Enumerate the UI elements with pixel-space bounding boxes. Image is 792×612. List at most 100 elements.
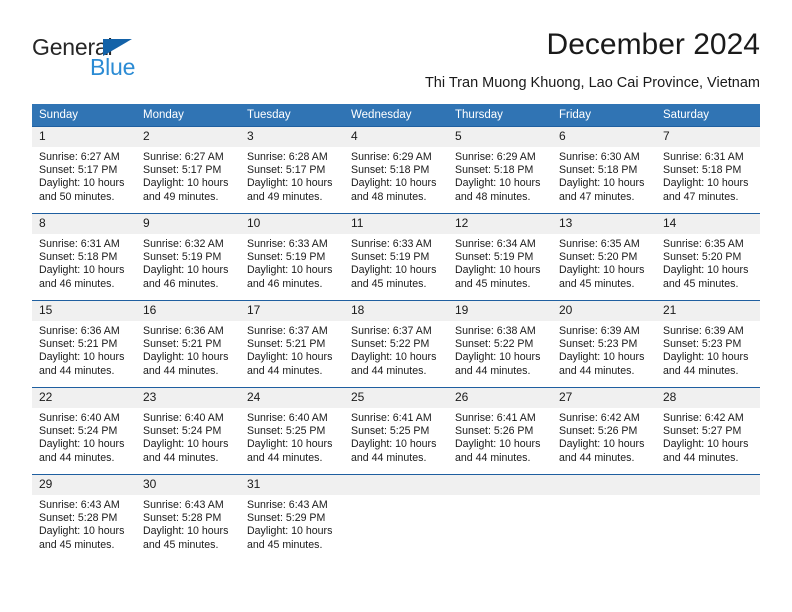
day-cell-body	[344, 475, 448, 561]
daylight-text: Daylight: 10 hours and 44 minutes.	[247, 438, 333, 464]
calendar-day-cell[interactable]: 24 Sunrise: 6:40 AM Sunset: 5:25 PM Dayligh…	[240, 387, 344, 475]
calendar-day-cell[interactable]: 20 Sunrise: 6:39 AM Sunset: 5:23 PM Dayligh…	[552, 300, 656, 388]
day-cell-body: 19 Sunrise: 6:38 AM Sunset: 5:22 PM Dayligh…	[448, 301, 552, 387]
daylight-text: Daylight: 10 hours and 44 minutes.	[663, 438, 749, 464]
calendar-day-cell[interactable]: 13 Sunrise: 6:35 AM Sunset: 5:20 PM Dayligh…	[552, 213, 656, 301]
day-number: 11	[344, 214, 448, 234]
day-details: Sunrise: 6:38 AM Sunset: 5:22 PM Daylight:…	[448, 321, 552, 378]
sunset-text: Sunset: 5:17 PM	[39, 164, 118, 177]
calendar-day-cell[interactable]: 14 Sunrise: 6:35 AM Sunset: 5:20 PM Dayligh…	[656, 213, 760, 301]
daylight-text: Daylight: 10 hours and 44 minutes.	[143, 438, 229, 464]
calendar-day-cell[interactable]: 27 Sunrise: 6:42 AM Sunset: 5:26 PM Dayligh…	[552, 387, 656, 475]
sunset-text: Sunset: 5:27 PM	[663, 425, 742, 438]
calendar-body: 1 Sunrise: 6:27 AM Sunset: 5:17 PM Daylight…	[32, 126, 760, 561]
daylight-text: Daylight: 10 hours and 47 minutes.	[663, 177, 749, 203]
sunset-text: Sunset: 5:19 PM	[351, 251, 430, 264]
calendar-day-cell[interactable]: 23 Sunrise: 6:40 AM Sunset: 5:24 PM Dayligh…	[136, 387, 240, 475]
day-details: Sunrise: 6:40 AM Sunset: 5:25 PM Daylight:…	[240, 408, 344, 465]
calendar-day-cell[interactable]: 3 Sunrise: 6:28 AM Sunset: 5:17 PM Daylight…	[240, 126, 344, 214]
daylight-text: Daylight: 10 hours and 45 minutes.	[351, 264, 437, 290]
day-details: Sunrise: 6:35 AM Sunset: 5:20 PM Daylight:…	[552, 234, 656, 291]
calendar-day-cell[interactable]: 28 Sunrise: 6:42 AM Sunset: 5:27 PM Dayligh…	[656, 387, 760, 475]
sunset-text: Sunset: 5:21 PM	[247, 338, 326, 351]
daylight-text: Daylight: 10 hours and 46 minutes.	[247, 264, 333, 290]
sunset-text: Sunset: 5:26 PM	[559, 425, 638, 438]
sunrise-text: Sunrise: 6:37 AM	[247, 325, 328, 337]
day-number: 21	[656, 301, 760, 321]
calendar-week-row: 8 Sunrise: 6:31 AM Sunset: 5:18 PM Daylight…	[32, 213, 760, 301]
calendar-day-cell[interactable]: 22 Sunrise: 6:40 AM Sunset: 5:24 PM Dayligh…	[32, 387, 136, 475]
calendar-day-cell[interactable]: 29 Sunrise: 6:43 AM Sunset: 5:28 PM Dayligh…	[32, 474, 136, 561]
sunset-text: Sunset: 5:18 PM	[663, 164, 742, 177]
sunset-text: Sunset: 5:22 PM	[455, 338, 534, 351]
sunrise-text: Sunrise: 6:43 AM	[143, 499, 224, 511]
day-number: 4	[344, 127, 448, 147]
calendar-day-cell[interactable]: 1 Sunrise: 6:27 AM Sunset: 5:17 PM Daylight…	[32, 126, 136, 214]
day-number: 29	[32, 475, 136, 495]
calendar-day-cell[interactable]: 5 Sunrise: 6:29 AM Sunset: 5:18 PM Daylight…	[448, 126, 552, 214]
calendar-day-cell[interactable]: 31 Sunrise: 6:43 AM Sunset: 5:29 PM Dayligh…	[240, 474, 344, 561]
daylight-text: Daylight: 10 hours and 49 minutes.	[247, 177, 333, 203]
calendar-week-row: 29 Sunrise: 6:43 AM Sunset: 5:28 PM Dayligh…	[32, 474, 760, 561]
day-cell-body: 28 Sunrise: 6:42 AM Sunset: 5:27 PM Dayligh…	[656, 388, 760, 474]
sunrise-text: Sunrise: 6:40 AM	[143, 412, 224, 424]
day-details: Sunrise: 6:36 AM Sunset: 5:21 PM Daylight:…	[136, 321, 240, 378]
daylight-text: Daylight: 10 hours and 48 minutes.	[351, 177, 437, 203]
sunrise-text: Sunrise: 6:34 AM	[455, 238, 536, 250]
calendar-day-cell[interactable]: 4 Sunrise: 6:29 AM Sunset: 5:18 PM Daylight…	[344, 126, 448, 214]
sunrise-text: Sunrise: 6:29 AM	[351, 151, 432, 163]
day-details: Sunrise: 6:32 AM Sunset: 5:19 PM Daylight:…	[136, 234, 240, 291]
calendar-day-cell[interactable]: 2 Sunrise: 6:27 AM Sunset: 5:17 PM Daylight…	[136, 126, 240, 214]
calendar-day-cell[interactable]: 6 Sunrise: 6:30 AM Sunset: 5:18 PM Daylight…	[552, 126, 656, 214]
sunrise-text: Sunrise: 6:40 AM	[39, 412, 120, 424]
day-cell-body: 3 Sunrise: 6:28 AM Sunset: 5:17 PM Daylight…	[240, 127, 344, 213]
daylight-text: Daylight: 10 hours and 45 minutes.	[455, 264, 541, 290]
day-cell-body: 7 Sunrise: 6:31 AM Sunset: 5:18 PM Daylight…	[656, 127, 760, 213]
sunset-text: Sunset: 5:20 PM	[559, 251, 638, 264]
general-blue-logo[interactable]: General Blue	[32, 34, 232, 90]
day-number: 7	[656, 127, 760, 147]
day-cell-body: 15 Sunrise: 6:36 AM Sunset: 5:21 PM Dayligh…	[32, 301, 136, 387]
day-cell-body: 17 Sunrise: 6:37 AM Sunset: 5:21 PM Dayligh…	[240, 301, 344, 387]
calendar-day-cell[interactable]: 7 Sunrise: 6:31 AM Sunset: 5:18 PM Daylight…	[656, 126, 760, 214]
sunset-text: Sunset: 5:23 PM	[663, 338, 742, 351]
daylight-text: Daylight: 10 hours and 48 minutes.	[455, 177, 541, 203]
calendar-day-cell[interactable]: 8 Sunrise: 6:31 AM Sunset: 5:18 PM Daylight…	[32, 213, 136, 301]
day-details: Sunrise: 6:41 AM Sunset: 5:25 PM Daylight:…	[344, 408, 448, 465]
day-number: 16	[136, 301, 240, 321]
day-details: Sunrise: 6:36 AM Sunset: 5:21 PM Daylight:…	[32, 321, 136, 378]
calendar-day-cell[interactable]: 25 Sunrise: 6:41 AM Sunset: 5:25 PM Dayligh…	[344, 387, 448, 475]
sunset-text: Sunset: 5:21 PM	[39, 338, 118, 351]
calendar-day-cell[interactable]: 26 Sunrise: 6:41 AM Sunset: 5:26 PM Dayligh…	[448, 387, 552, 475]
calendar-day-cell[interactable]: 30 Sunrise: 6:43 AM Sunset: 5:28 PM Dayligh…	[136, 474, 240, 561]
calendar-day-cell[interactable]: 19 Sunrise: 6:38 AM Sunset: 5:22 PM Dayligh…	[448, 300, 552, 388]
day-number: 27	[552, 388, 656, 408]
calendar-day-cell[interactable]: 12 Sunrise: 6:34 AM Sunset: 5:19 PM Dayligh…	[448, 213, 552, 301]
day-cell-body: 30 Sunrise: 6:43 AM Sunset: 5:28 PM Dayligh…	[136, 475, 240, 561]
day-details: Sunrise: 6:43 AM Sunset: 5:29 PM Daylight:…	[240, 495, 344, 552]
daylight-text: Daylight: 10 hours and 47 minutes.	[559, 177, 645, 203]
sunset-text: Sunset: 5:18 PM	[39, 251, 118, 264]
sunset-text: Sunset: 5:21 PM	[143, 338, 222, 351]
daylight-text: Daylight: 10 hours and 49 minutes.	[143, 177, 229, 203]
calendar-day-cell[interactable]: 21 Sunrise: 6:39 AM Sunset: 5:23 PM Dayligh…	[656, 300, 760, 388]
day-details	[656, 495, 760, 499]
day-cell-body: 22 Sunrise: 6:40 AM Sunset: 5:24 PM Dayligh…	[32, 388, 136, 474]
calendar-day-cell[interactable]: 11 Sunrise: 6:33 AM Sunset: 5:19 PM Dayligh…	[344, 213, 448, 301]
calendar-day-cell[interactable]: 10 Sunrise: 6:33 AM Sunset: 5:19 PM Dayligh…	[240, 213, 344, 301]
sunset-text: Sunset: 5:29 PM	[247, 512, 326, 525]
calendar-day-cell[interactable]: 9 Sunrise: 6:32 AM Sunset: 5:19 PM Daylight…	[136, 213, 240, 301]
sunset-text: Sunset: 5:17 PM	[247, 164, 326, 177]
sunrise-text: Sunrise: 6:35 AM	[663, 238, 744, 250]
sunrise-text: Sunrise: 6:43 AM	[39, 499, 120, 511]
day-cell-body: 26 Sunrise: 6:41 AM Sunset: 5:26 PM Dayligh…	[448, 388, 552, 474]
calendar-day-cell[interactable]: 18 Sunrise: 6:37 AM Sunset: 5:22 PM Dayligh…	[344, 300, 448, 388]
day-cell-body: 31 Sunrise: 6:43 AM Sunset: 5:29 PM Dayligh…	[240, 475, 344, 561]
sunset-text: Sunset: 5:25 PM	[247, 425, 326, 438]
calendar-day-cell[interactable]: 16 Sunrise: 6:36 AM Sunset: 5:21 PM Dayligh…	[136, 300, 240, 388]
calendar-day-cell[interactable]: 15 Sunrise: 6:36 AM Sunset: 5:21 PM Dayligh…	[32, 300, 136, 388]
sunrise-text: Sunrise: 6:28 AM	[247, 151, 328, 163]
day-number: 25	[344, 388, 448, 408]
calendar-day-cell[interactable]: 17 Sunrise: 6:37 AM Sunset: 5:21 PM Dayligh…	[240, 300, 344, 388]
day-number: 3	[240, 127, 344, 147]
